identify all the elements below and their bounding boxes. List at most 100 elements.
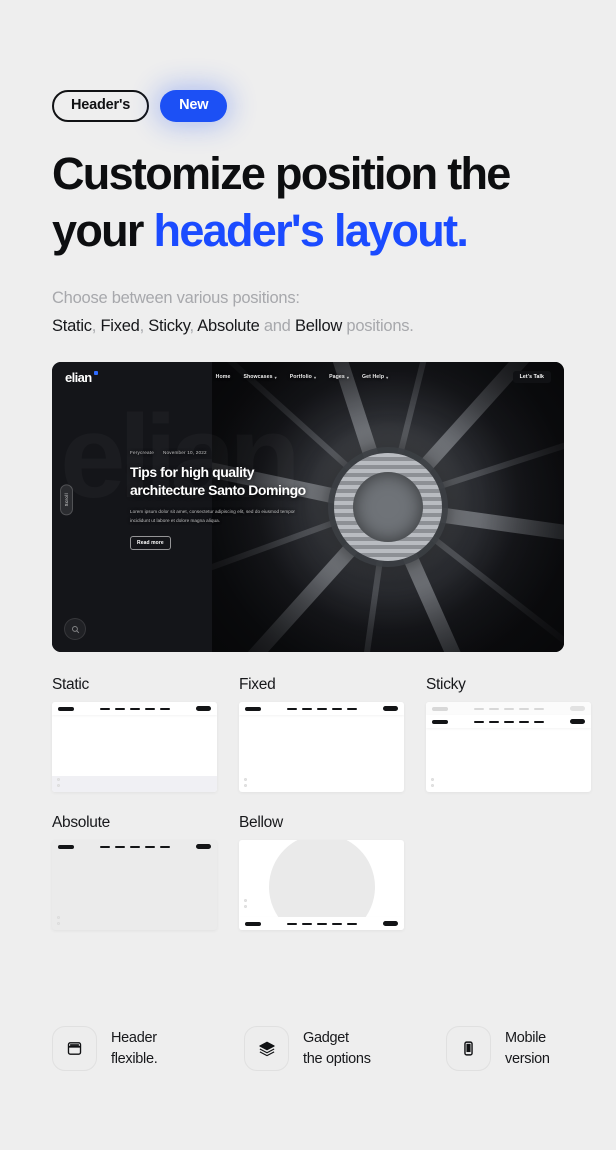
page-title: Customize position the your header's lay…	[52, 145, 532, 260]
hero-nav-item-portfolio[interactable]: Portfolio ▾	[290, 374, 316, 380]
mini-side-dots	[57, 777, 61, 788]
hero-logo-text: elian	[65, 369, 92, 385]
position-card-preview	[426, 702, 591, 793]
position-name-absolute: Absolute	[197, 317, 260, 336]
layers-icon	[244, 1026, 289, 1071]
position-name-fixed: Fixed	[100, 317, 140, 336]
hero-scroll-pill[interactable]: Scroll	[60, 484, 73, 516]
feature-gadget-options[interactable]: Gadget the options	[244, 1026, 446, 1071]
feature-badges: Header flexible. Gadget the options Mobi…	[52, 1026, 564, 1071]
mini-side-dots	[57, 915, 61, 926]
chevron-down-icon: ▾	[386, 374, 389, 380]
headline-line-2-accent: header's	[153, 205, 325, 257]
mini-nav-links	[100, 707, 170, 711]
feature-label: Mobile version	[505, 1028, 550, 1069]
hero-nav-item-home[interactable]: Home	[216, 374, 231, 380]
mini-nav-links	[474, 707, 544, 711]
mini-nav-links	[287, 922, 357, 926]
mini-nav-links	[287, 707, 357, 711]
mini-logo-icon	[58, 706, 74, 711]
subtitle-sep-2: ,	[139, 317, 149, 336]
position-name-bellow: Bellow	[294, 317, 343, 336]
position-card-absolute[interactable]: Absolute	[52, 814, 217, 931]
mini-logo-icon	[58, 844, 74, 849]
headline-line-3-accent: layout.	[334, 205, 469, 257]
position-name-sticky: Sticky	[148, 317, 190, 336]
tag-badge[interactable]: Header's	[52, 90, 150, 122]
position-card-bellow[interactable]: Bellow	[239, 814, 404, 931]
feature-line-2: the options	[303, 1050, 371, 1067]
hero-preview[interactable]: elian elian Home Showcases▾ Portfolio▾ P…	[52, 362, 564, 653]
mini-cta-button	[196, 844, 211, 850]
mini-logo-icon	[245, 921, 261, 926]
feature-header-flexible[interactable]: Header flexible.	[52, 1026, 244, 1071]
hero-logo-dot-icon	[93, 370, 98, 375]
read-more-button[interactable]: Read more	[130, 536, 171, 551]
hero-logo[interactable]: elian	[65, 370, 98, 385]
hero-cta-button[interactable]: Let's Talk	[512, 371, 551, 384]
subtitle: Choose between various positions: Static…	[52, 284, 564, 341]
position-card-preview	[239, 840, 404, 931]
mini-nav-links	[100, 845, 170, 849]
new-badge[interactable]: New	[160, 90, 228, 122]
mini-footer-bar	[52, 776, 217, 793]
mini-side-dots	[244, 777, 248, 788]
hero-nav-items: Home Showcases ▾ Portfolio ▾ Pages ▾ Get He…	[216, 374, 389, 380]
feature-line-1: Gadget	[303, 1029, 349, 1046]
badge-row: Header's New	[52, 0, 564, 122]
hero-nav-item-pages[interactable]: Pages ▾	[329, 374, 349, 380]
position-card-label: Bellow	[239, 814, 283, 832]
hero-nav-label: Pages	[329, 374, 345, 381]
hero-nav-label: Showcases	[243, 374, 273, 381]
position-card-preview	[239, 702, 404, 793]
subtitle-lead: Choose between various positions:	[52, 288, 300, 307]
mini-logo-icon	[432, 706, 448, 711]
hero-nav-label: Portfolio	[289, 374, 312, 381]
mini-side-dots	[244, 898, 248, 909]
hero-article: Ferycreate November 10, 2022 Tips for hi…	[130, 450, 330, 551]
hero-nav-item-get-help[interactable]: Get Help ▾	[362, 374, 388, 380]
position-card-label: Absolute	[52, 814, 110, 832]
search-icon	[71, 625, 79, 634]
hero-nav-label: Get Help	[361, 374, 385, 381]
hero-nav-item-showcases[interactable]: Showcases ▾	[243, 374, 276, 380]
position-cards-row-2: Absolute Bellow	[52, 814, 564, 931]
mini-header-bar	[426, 715, 591, 729]
subtitle-tail: positions.	[342, 317, 414, 336]
hero-article-title: Tips for high quality architecture Santo…	[130, 464, 306, 498]
position-card-label: Static	[52, 676, 89, 694]
mini-cta-button	[383, 706, 398, 712]
feature-mobile-version[interactable]: Mobile version	[446, 1026, 550, 1071]
mini-cta-button	[570, 706, 585, 712]
hero-article-author: Ferycreate	[130, 450, 154, 456]
mini-content-blob	[268, 840, 375, 918]
position-card-preview	[52, 702, 217, 793]
mini-side-dots	[431, 777, 435, 788]
feature-label: Header flexible.	[111, 1028, 158, 1069]
subtitle-conjunction: and	[259, 317, 295, 336]
position-name-static: Static	[52, 317, 92, 336]
position-card-preview	[52, 840, 217, 931]
position-card-label: Fixed	[239, 676, 276, 694]
headline-line-1: Customize position	[52, 147, 438, 199]
subtitle-positions: Static, Fixed, Sticky, Absolute and Bell…	[52, 312, 564, 340]
mobile-phone-icon	[446, 1026, 491, 1071]
hero-article-date: November 10, 2022	[162, 450, 207, 456]
mini-header-bar	[52, 702, 217, 716]
feature-line-2: flexible.	[111, 1050, 158, 1067]
hero-article-body: Lorem ipsum dolor sit amet, consectetur …	[130, 509, 296, 523]
hero-nav-label: Home	[215, 374, 231, 381]
position-card-fixed[interactable]: Fixed	[239, 676, 404, 793]
chevron-down-icon: ▾	[274, 374, 277, 380]
mini-cta-button	[570, 719, 585, 725]
mini-nav-links	[474, 720, 544, 724]
hero-navbar: elian Home Showcases ▾ Portfolio ▾ Pages ▾ …	[52, 362, 564, 392]
feature-line-1: Mobile	[505, 1029, 546, 1046]
position-card-sticky[interactable]: Sticky	[426, 676, 591, 793]
promo-page: Header's New Customize position the your…	[0, 0, 616, 1150]
hero-article-meta: Ferycreate November 10, 2022	[130, 450, 330, 455]
position-card-static[interactable]: Static	[52, 676, 217, 793]
mini-header-bar-ghost	[426, 702, 591, 716]
feature-line-1: Header	[111, 1029, 157, 1046]
mini-page-body	[239, 840, 404, 918]
